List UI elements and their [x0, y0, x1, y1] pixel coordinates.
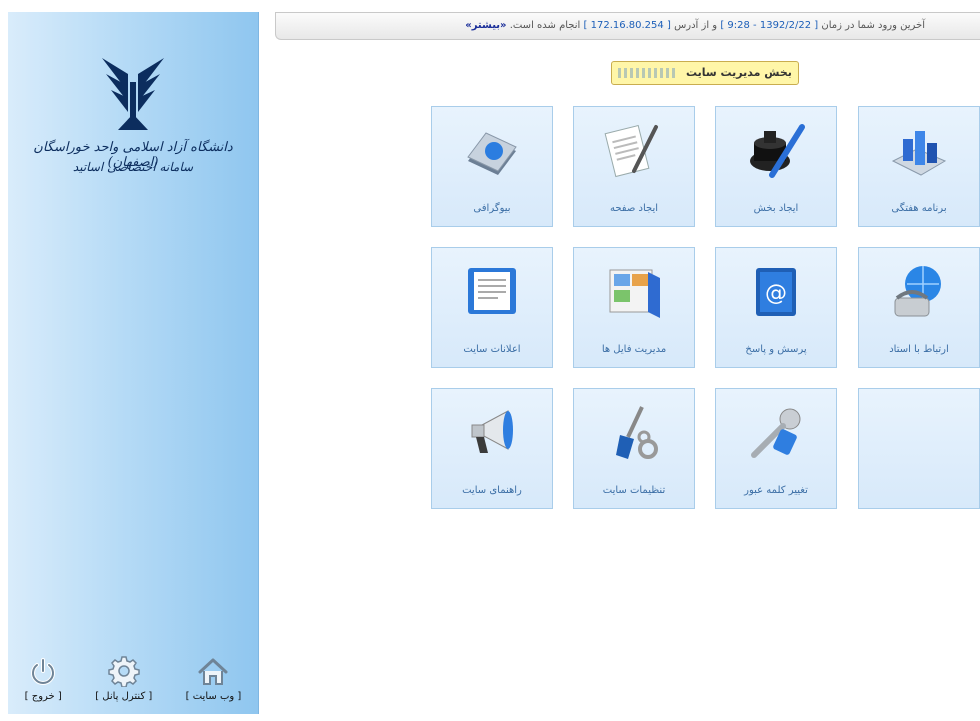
megaphone-icon — [471, 410, 513, 453]
tile-weekly-schedule[interactable]: برنامه هفتگی — [858, 106, 980, 227]
logo-text-system: سامانه اختصاصی اساتید — [72, 160, 194, 174]
sidebar-bottom-links: [ خروج ] [ کنترل پانل ] [ وب سایت ] — [8, 655, 258, 702]
globe-phone-icon — [894, 266, 941, 317]
home-icon — [198, 658, 228, 685]
page-title-text: بخش مدیریت سایت — [685, 66, 792, 79]
website-label: [ وب سایت ] — [185, 691, 242, 702]
last-login-mid: و از آدرس — [674, 20, 718, 31]
weekly-schedule-icon — [891, 131, 947, 176]
tile-label: ایجاد بخش — [753, 203, 799, 214]
tile-label: راهنمای سایت — [462, 485, 522, 496]
ink-pen-icon — [750, 124, 805, 178]
document-pen-icon — [604, 124, 658, 178]
tile-label: مدیریت فایل ها — [601, 344, 667, 355]
last-login-bar: آخرین ورود شما در زمان [ 1392/2/22 - 9:2… — [275, 12, 980, 40]
tile-file-manager[interactable]: مدیریت فایل ها — [573, 247, 695, 368]
tile-label: تغییر کلمه عبور — [744, 485, 808, 496]
control-panel-link[interactable]: [ کنترل پانل ] — [95, 655, 152, 702]
last-login-prefix: آخرین ورود شما در زمان — [821, 20, 925, 31]
tile-label: برنامه هفتگی — [891, 203, 947, 214]
file-folder-icon — [609, 269, 660, 318]
logout-label: [ خروج ] — [24, 691, 62, 702]
control-panel-label: [ کنترل پانل ] — [95, 691, 153, 702]
tile-label: بیوگرافی — [473, 203, 511, 214]
tile-empty — [858, 388, 980, 509]
last-login-datetime: [ 1392/2/22 - 9:28 ] — [720, 20, 819, 31]
university-logo: دانشگاه آزاد اسلامی واحد خوراسگان (اصفها… — [8, 52, 258, 192]
tile-label: اعلانات سایت — [463, 344, 521, 355]
university-emblem-icon — [102, 58, 164, 130]
gear-icon — [107, 656, 140, 687]
svg-text:@: @ — [765, 281, 787, 306]
last-login-suffix: انجام شده است. — [509, 20, 581, 31]
website-link[interactable]: [ وب سایت ] — [185, 657, 242, 702]
tile-create-page[interactable]: ایجاد صفحه — [573, 106, 695, 227]
tile-site-guide[interactable]: راهنمای سایت — [431, 388, 553, 509]
tile-create-section[interactable]: ایجاد بخش — [715, 106, 837, 227]
tile-biography[interactable]: بیوگرافی — [431, 106, 553, 227]
tile-questions-answers[interactable]: @ پرسش و پاسخ — [715, 247, 837, 368]
announcement-book-icon — [468, 268, 516, 314]
tile-label: تنظیمات سایت — [602, 485, 666, 496]
logout-link[interactable]: [ خروج ] — [25, 657, 62, 702]
tile-label: ارتباط با استاد — [889, 344, 949, 355]
page-title: بخش مدیریت سایت — [611, 61, 799, 85]
tools-icon — [616, 406, 658, 459]
tile-label: ایجاد صفحه — [609, 203, 659, 214]
keys-icon — [751, 408, 801, 458]
tile-change-password[interactable]: تغییر کلمه عبور — [715, 388, 837, 509]
power-icon — [31, 658, 56, 685]
tile-label: پرسش و پاسخ — [745, 344, 807, 355]
more-link[interactable]: «بیشتر» — [465, 20, 506, 31]
address-book-icon: @ — [756, 268, 796, 316]
sidebar: دانشگاه آزاد اسلامی واحد خوراسگان (اصفها… — [8, 12, 259, 714]
scribble-decoration — [618, 68, 679, 78]
biography-book-icon — [467, 132, 517, 175]
tile-contact-professor[interactable]: ارتباط با استاد — [858, 247, 980, 368]
tile-site-settings[interactable]: تنظیمات سایت — [573, 388, 695, 509]
last-login-ip: [ 172.16.80.254 ] — [583, 20, 671, 31]
tile-site-announcements[interactable]: اعلانات سایت — [431, 247, 553, 368]
